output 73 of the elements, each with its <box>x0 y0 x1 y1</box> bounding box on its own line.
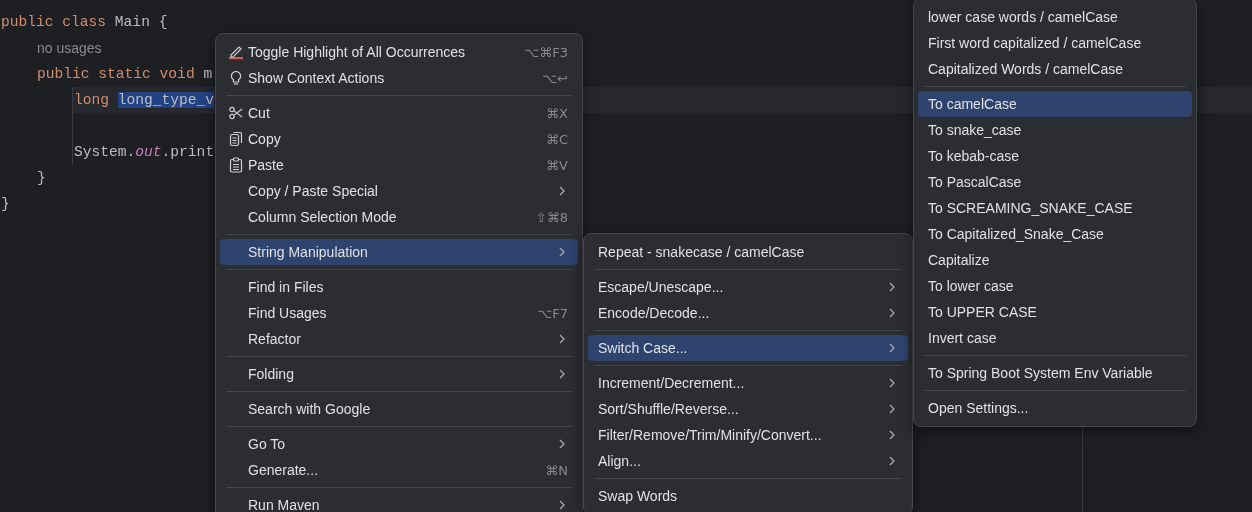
menu-item[interactable]: Refactor <box>220 326 578 352</box>
menu-item[interactable]: Filter/Remove/Trim/Minify/Convert... <box>588 422 908 448</box>
code-line: public class Main { <box>1 14 168 30</box>
shortcut: ⇧⌘8 <box>535 209 568 225</box>
menu-item[interactable]: To Capitalized_Snake_Case <box>918 221 1192 247</box>
chevron-icon <box>558 186 566 196</box>
menu-item[interactable]: Encode/Decode... <box>588 300 908 326</box>
menu-item[interactable]: Go To <box>220 431 578 457</box>
menu-item[interactable]: To SCREAMING_SNAKE_CASE <box>918 195 1192 221</box>
code-line: } <box>1 196 10 212</box>
shortcut: ⌥↩ <box>542 70 568 86</box>
menu-item[interactable]: Escape/Unescape... <box>588 274 908 300</box>
menu-item[interactable]: Column Selection Mode ⇧⌘8 <box>220 204 578 230</box>
menu-item[interactable]: To kebab-case <box>918 143 1192 169</box>
highlight-pen-icon <box>228 44 244 60</box>
menu-item[interactable]: First word capitalized / camelCase <box>918 30 1192 56</box>
chevron-icon <box>558 247 566 257</box>
shortcut: ⌥F7 <box>537 305 568 321</box>
menu-item[interactable]: Copy ⌘C <box>220 126 578 152</box>
menu-item[interactable]: To camelCase <box>918 91 1192 117</box>
menu-item[interactable]: Cut ⌘X <box>220 100 578 126</box>
menu-item[interactable]: Find in Files <box>220 274 578 300</box>
menu-item[interactable]: Run Maven <box>220 492 578 512</box>
menu-item[interactable]: Toggle Highlight of All Occurrences ⌥⌘F3 <box>220 39 578 65</box>
menu-item[interactable]: To snake_case <box>918 117 1192 143</box>
menu-item[interactable]: Open Settings... <box>918 395 1192 421</box>
menu-item[interactable]: Find Usages ⌥F7 <box>220 300 578 326</box>
shortcut: ⌘N <box>545 462 568 478</box>
menu-item[interactable]: Swap Words <box>588 483 908 509</box>
chevron-icon <box>888 282 896 292</box>
chevron-icon <box>558 439 566 449</box>
menu-item[interactable]: Show Context Actions ⌥↩ <box>220 65 578 91</box>
menu-item[interactable]: Align... <box>588 448 908 474</box>
menu-item[interactable]: Increment/Decrement... <box>588 370 908 396</box>
menu-item[interactable]: Paste ⌘V <box>220 152 578 178</box>
chevron-icon <box>888 430 896 440</box>
copy-icon <box>228 131 244 147</box>
shortcut: ⌘C <box>545 131 568 147</box>
menu-item[interactable]: To PascalCase <box>918 169 1192 195</box>
chevron-icon <box>558 334 566 344</box>
menu-item[interactable]: To lower case <box>918 273 1192 299</box>
menu-item[interactable]: Repeat - snakecase / camelCase <box>588 239 908 265</box>
menu-item[interactable]: lower case words / camelCase <box>918 4 1192 30</box>
menu-item[interactable]: Capitalize <box>918 247 1192 273</box>
code-line: public static void m <box>37 66 213 82</box>
shortcut: ⌘V <box>546 157 568 173</box>
menu-item[interactable]: Invert case <box>918 325 1192 351</box>
code-line: System.out.print <box>74 144 215 160</box>
menu-item[interactable]: Generate... ⌘N <box>220 457 578 483</box>
menu-item[interactable]: To Spring Boot System Env Variable <box>918 360 1192 386</box>
usage-hint: no usages <box>37 40 102 56</box>
chevron-icon <box>888 404 896 414</box>
shortcut: ⌥⌘F3 <box>524 44 568 60</box>
chevron-icon <box>888 343 896 353</box>
menu-item[interactable]: Switch Case... <box>588 335 908 361</box>
menu-item[interactable]: Sort/Shuffle/Reverse... <box>588 396 908 422</box>
chevron-icon <box>888 456 896 466</box>
scissors-icon <box>228 105 244 121</box>
shortcut: ⌘X <box>546 105 568 121</box>
clipboard-icon <box>228 157 244 173</box>
menu-item[interactable]: To UPPER CASE <box>918 299 1192 325</box>
menu-item[interactable]: Search with Google <box>220 396 578 422</box>
chevron-icon <box>558 369 566 379</box>
menu-item[interactable]: String Manipulation <box>220 239 578 265</box>
chevron-icon <box>888 378 896 388</box>
lightbulb-icon <box>228 70 244 86</box>
menu-item[interactable]: Copy / Paste Special <box>220 178 578 204</box>
menu-item[interactable]: Capitalized Words / camelCase <box>918 56 1192 82</box>
code-line: long long_type_v <box>74 92 215 108</box>
chevron-icon <box>558 500 566 510</box>
chevron-icon <box>888 308 896 318</box>
code-line: } <box>37 170 46 186</box>
menu-item[interactable]: Folding <box>220 361 578 387</box>
